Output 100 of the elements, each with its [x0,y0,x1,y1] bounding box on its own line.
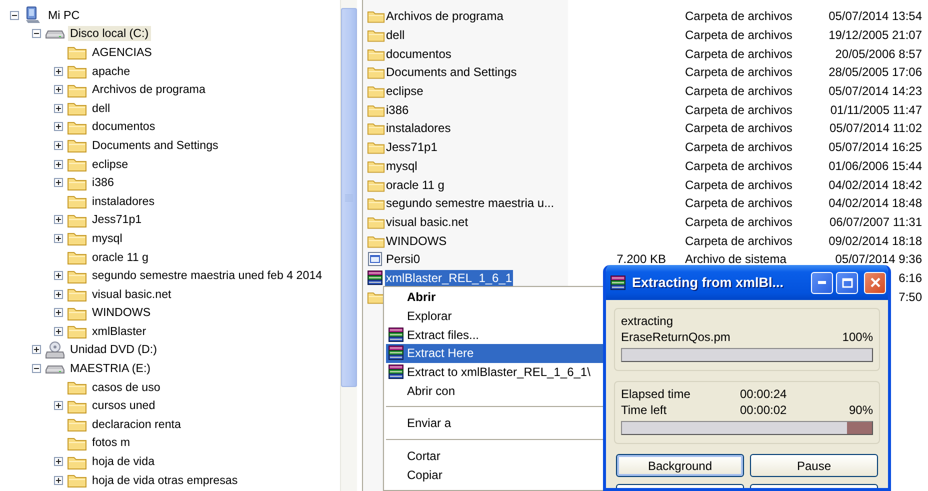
tree-label[interactable]: Unidad DVD (D:) [68,342,159,358]
file-name[interactable]: documentos [385,46,452,62]
file-name[interactable]: xmlBlaster_REL_1_6_1 [385,270,514,286]
file-date: 05/07/2014 9:36 [835,252,922,266]
file-type: Carpeta de archivos [685,234,792,248]
tree-label[interactable]: Disco local (C:) [68,26,151,42]
plus-box-icon[interactable] [54,476,62,485]
tree-label[interactable]: Jess71p1 [90,212,144,228]
tree-label[interactable]: dell [90,100,112,116]
plus-box-icon[interactable] [54,66,62,76]
file-name[interactable]: visual basic.net [385,214,470,230]
tree-label[interactable]: cursos uned [90,398,158,414]
file-name[interactable]: dell [385,27,406,44]
maximize-button[interactable] [836,272,858,294]
file-date: 19/12/2005 21:07 [828,28,922,42]
file-date: 6:16 [898,270,922,285]
tree-label[interactable]: i386 [90,175,116,190]
tree-label[interactable]: oracle 11 g [90,250,151,265]
file-type: Carpeta de archivos [685,158,792,173]
tree-label[interactable]: eclipse [90,156,130,172]
folder-icon [67,230,87,246]
tree-label[interactable]: mysql [90,230,124,246]
plus-box-icon[interactable] [54,85,62,94]
percent-text: 100% [842,330,873,344]
file-name[interactable]: eclipse [385,83,424,100]
tree-label[interactable]: Archivos de programa [90,82,208,98]
file-type: Carpeta de archivos [685,84,792,98]
minus-box-icon[interactable] [32,29,40,38]
plus-box-icon[interactable] [54,290,62,299]
file-date: 01/06/2006 15:44 [828,158,922,173]
file-date: 28/05/2005 17:06 [828,65,922,80]
file-name[interactable]: mysql [385,158,418,174]
file-date: 06/07/2007 11:31 [829,214,922,229]
plus-box-icon[interactable] [54,401,62,410]
tree-label[interactable]: instaladores [90,194,157,209]
folder-icon [67,286,87,302]
tree-label[interactable]: segundo semestre maestria uned feb 4 2014 [90,268,324,284]
minus-box-icon[interactable] [32,364,40,374]
file-type: Carpeta de archivos [685,196,792,210]
tree-label[interactable]: hoja de vida [90,454,157,470]
tree-label[interactable]: Documents and Settings [90,138,220,153]
folder-icon [67,416,87,432]
file-name: EraseReturnQos.pm [621,330,730,344]
file-icon [367,251,383,268]
tree-label[interactable]: fotos m [90,435,132,450]
plus-box-icon[interactable] [54,308,62,318]
tree-label[interactable]: Mi PC [46,8,82,23]
status-text: extracting [621,314,674,328]
books-icon [610,274,626,290]
tree-label[interactable]: documentos [90,119,158,134]
file-name[interactable]: segundo semestre maestria u... [385,195,556,212]
tree-label[interactable]: AGENCIAS [90,44,154,60]
file-type: Carpeta de archivos [685,46,792,61]
file-name[interactable]: instaladores [385,120,452,136]
computer-icon [24,6,42,24]
file-type: Carpeta de archivos [685,140,792,154]
folder-icon [67,323,87,340]
folder-icon [67,472,87,488]
dialog-button[interactable]: Background [616,454,744,477]
plus-box-icon[interactable] [54,140,62,150]
plus-box-icon[interactable] [54,457,62,466]
plus-box-icon[interactable] [32,345,40,354]
tree-label[interactable]: xmlBlaster [90,324,148,339]
dialog-button[interactable]: Pause [750,454,878,477]
scrollbar[interactable] [340,0,357,491]
minimize-button[interactable] [811,272,833,294]
file-date: 7:50 [898,290,922,304]
tree-label[interactable]: declaracion renta [90,416,183,432]
plus-box-icon[interactable] [54,326,62,336]
file-name[interactable]: WINDOWS [385,232,448,249]
file-type: Carpeta de archivos [685,102,792,117]
file-name[interactable]: i386 [385,102,410,118]
tree-label[interactable]: apache [90,64,132,79]
plus-box-icon[interactable] [54,104,62,113]
plus-box-icon[interactable] [54,234,62,243]
file-name[interactable]: Persi0 [385,251,422,268]
file-date: 05/07/2014 13:54 [828,9,922,24]
time-value: 00:00:02 [740,403,787,417]
folder-icon [67,193,87,210]
tree-label[interactable]: casos de uso [90,380,162,395]
file-name[interactable]: Jess71p1 [385,139,438,156]
plus-box-icon[interactable] [54,122,62,132]
minimize-icon [818,281,826,284]
minus-box-icon[interactable] [10,10,18,20]
tree-label[interactable]: hoja de vida otras empresas [90,472,240,488]
time-label: Elapsed time [621,387,692,401]
plus-box-icon[interactable] [54,271,62,280]
file-name[interactable]: Archivos de programa [385,8,504,24]
drive-icon [45,28,65,40]
plus-box-icon[interactable] [54,178,62,188]
tree-label[interactable]: MAESTRIA (E:) [68,361,153,376]
close-icon [870,277,880,288]
close-button[interactable] [864,272,886,294]
tree-label[interactable]: WINDOWS [90,305,153,320]
plus-box-icon[interactable] [54,160,62,169]
tree-label[interactable]: visual basic.net [90,286,174,302]
plus-box-icon[interactable] [54,215,62,224]
scroll-thumb[interactable] [341,8,357,387]
file-name[interactable]: oracle 11 g [385,176,446,193]
file-name[interactable]: Documents and Settings [385,64,518,80]
